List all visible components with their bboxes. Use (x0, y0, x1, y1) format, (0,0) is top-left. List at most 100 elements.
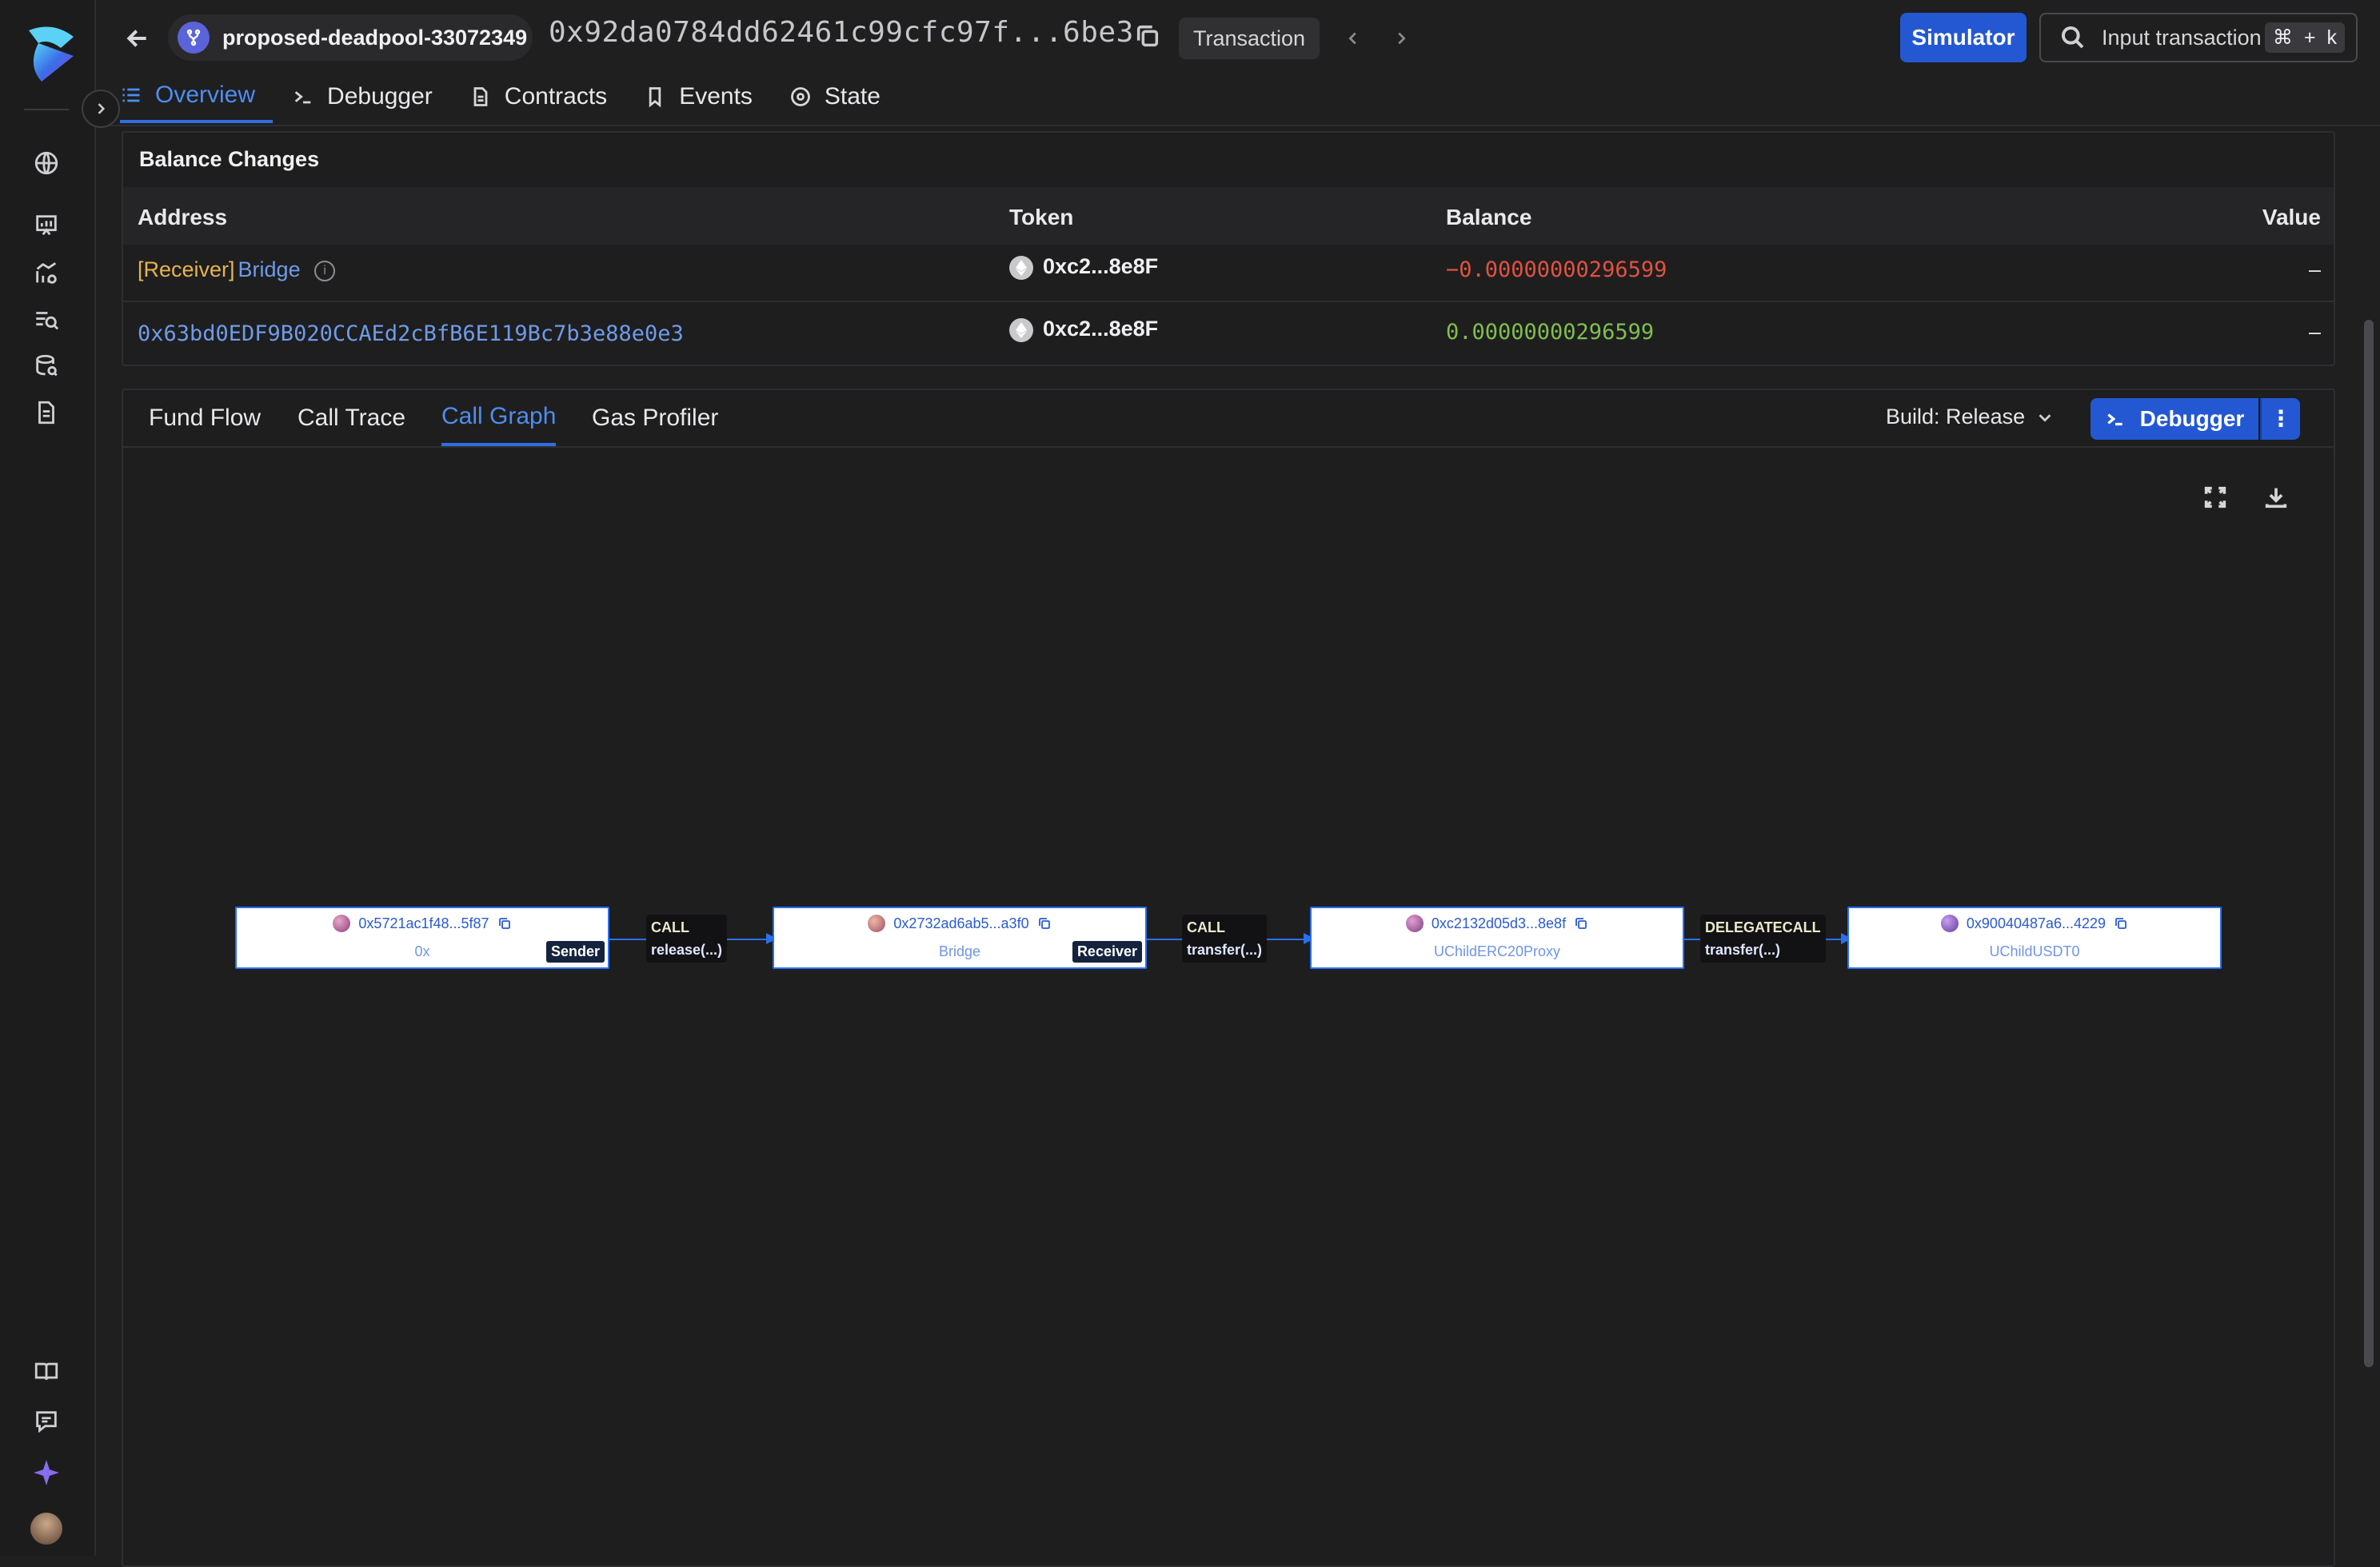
user-avatar[interactable] (30, 1513, 62, 1545)
graph-node-implementation[interactable]: 0x90040487a6...4229 UChildUSDT0 (1847, 907, 2222, 969)
left-rail (0, 0, 96, 1556)
tab-debugger-label: Debugger (327, 83, 433, 110)
shortcut-plus: + (2303, 26, 2316, 49)
column-address: Address (138, 205, 228, 229)
tab-contracts-label: Contracts (504, 83, 608, 110)
download-icon[interactable] (2258, 480, 2294, 515)
token-cell[interactable]: 0xc2...8e8F (1009, 317, 1158, 342)
balance-changes-panel: Balance Changes Address Token Balance Va… (122, 131, 2335, 366)
transaction-hash: 0x92da0784dd62461c99cfc97f...6be3 (549, 16, 1134, 49)
node-name: UChildERC20Proxy (1433, 943, 1561, 959)
search-input[interactable] (2100, 24, 2263, 51)
tab-events[interactable]: Events (644, 70, 770, 123)
transactions-search-icon[interactable] (30, 304, 62, 336)
contract-avatar (333, 915, 351, 932)
table-header: Address Token Balance Value (123, 187, 2334, 245)
build-label: Build: Release (1886, 405, 2026, 429)
sender-tag: Sender (545, 941, 605, 963)
address-link[interactable]: Bridge (238, 257, 301, 281)
column-token: Token (1009, 205, 1074, 229)
analytics-icon[interactable] (30, 257, 62, 289)
contract-avatar (1940, 915, 1959, 932)
receiver-tag: Receiver (1072, 941, 1142, 963)
tab-state[interactable]: State (789, 70, 898, 123)
chat-icon[interactable] (30, 1406, 62, 1437)
sparkle-icon[interactable] (30, 1457, 62, 1489)
page-scrollbar[interactable] (2364, 320, 2374, 1367)
address-link[interactable]: 0x63bd0EDF9B020CCAEd2cBfB6E119Bc7b3e88e0… (138, 321, 684, 346)
node-address: 0x90040487a6...4229 (1966, 915, 2106, 931)
tab-gas-profiler[interactable]: Gas Profiler (592, 390, 718, 446)
bookmark-icon (649, 87, 661, 108)
call-kind: CALL (651, 919, 689, 935)
list-icon (122, 88, 140, 102)
simulator-button[interactable]: Simulator (1900, 13, 2027, 62)
token-cell[interactable]: 0xc2...8e8F (1009, 254, 1158, 280)
terminal-icon (294, 91, 311, 104)
search-icon (2062, 26, 2084, 49)
project-selector[interactable]: proposed-deadpool-33072349 (168, 14, 533, 61)
back-arrow-icon[interactable] (118, 19, 157, 58)
terminal-icon (2106, 413, 2122, 426)
fullscreen-icon[interactable] (2198, 480, 2233, 515)
node-name: UChildUSDT0 (1989, 943, 2080, 959)
tab-call-graph[interactable]: Call Graph (441, 390, 557, 446)
copy-icon[interactable] (1134, 22, 1166, 54)
edge-label: CALL transfer(...) (1182, 915, 1268, 963)
chevron-down-icon (2039, 413, 2051, 422)
call-kind: DELEGATECALL (1705, 919, 1821, 935)
next-transaction-icon[interactable] (1385, 22, 1417, 54)
edge-label: DELEGATECALL transfer(...) (1700, 915, 1826, 963)
copy-icon[interactable] (2114, 916, 2128, 931)
info-icon[interactable]: i (314, 260, 336, 281)
call-function: transfer(...) (1187, 942, 1263, 958)
transaction-type-badge: Transaction (1179, 18, 1320, 59)
kebab-icon: ⋮ (2270, 406, 2292, 431)
column-balance: Balance (1446, 205, 1532, 229)
expand-sidebar-button[interactable] (82, 90, 120, 128)
graph-node-sender[interactable]: 0x5721ac1f48...5f87 0x Sender (235, 907, 609, 969)
node-address: 0x2732ad6ab5...a3f0 (893, 915, 1029, 931)
tab-events-label: Events (679, 83, 753, 110)
balance-positive: 0.00000000296599 (1446, 320, 1655, 345)
receiver-role: [Receiver] (138, 257, 235, 281)
dashboard-icon[interactable] (30, 209, 62, 241)
tab-fund-flow[interactable]: Fund Flow (149, 390, 261, 446)
token-address: 0xc2...8e8F (1043, 254, 1159, 278)
previous-transaction-icon[interactable] (1337, 22, 1369, 54)
globe-icon[interactable] (30, 147, 62, 179)
document-icon[interactable] (30, 397, 62, 429)
copy-icon[interactable] (1037, 916, 1052, 931)
table-row: [Receiver] Bridge i (138, 257, 336, 282)
copy-icon[interactable] (1574, 916, 1588, 931)
shortcut-cmd: ⌘ (2272, 26, 2293, 49)
file-icon (473, 87, 488, 106)
debugger-button[interactable]: Debugger (2090, 398, 2258, 440)
tab-overview[interactable]: Overview (120, 70, 274, 123)
build-selector[interactable]: Build: Release (1886, 405, 2054, 429)
graph-node-proxy[interactable]: 0xc2132d05d3...8e8f UChildERC20Proxy (1310, 907, 1684, 969)
main-tabs: Overview Debugger Contracts Events State (120, 70, 917, 123)
call-kind: CALL (1187, 919, 1225, 935)
tab-call-trace[interactable]: Call Trace (298, 390, 405, 446)
analysis-tabs: Fund Flow Call Trace Call Graph Gas Prof… (123, 390, 2334, 448)
shortcut-badge: ⌘ + k (2264, 22, 2345, 53)
debugger-label: Debugger (2139, 406, 2245, 431)
database-icon[interactable] (30, 350, 62, 382)
edge-label: CALL release(...) (646, 915, 728, 963)
search-box[interactable]: ⌘ + k (2039, 13, 2358, 62)
tab-debugger[interactable]: Debugger (292, 70, 450, 123)
tab-contracts[interactable]: Contracts (469, 70, 625, 123)
graph-node-receiver[interactable]: 0x2732ad6ab5...a3f0 Bridge Receiver (773, 907, 1147, 969)
copy-icon[interactable] (497, 916, 512, 931)
panel-title: Balance Changes (139, 147, 320, 171)
tab-overview-label: Overview (155, 82, 256, 108)
book-icon[interactable] (30, 1356, 62, 1388)
value-cell: – (2308, 257, 2321, 281)
eth-token-icon (1009, 317, 1033, 342)
token-address: 0xc2...8e8F (1043, 317, 1159, 341)
value-cell: – (2308, 320, 2321, 344)
node-address: 0xc2132d05d3...8e8f (1431, 915, 1567, 931)
more-options-button[interactable]: ⋮ (2260, 398, 2300, 440)
tenderly-logo[interactable] (24, 24, 80, 85)
